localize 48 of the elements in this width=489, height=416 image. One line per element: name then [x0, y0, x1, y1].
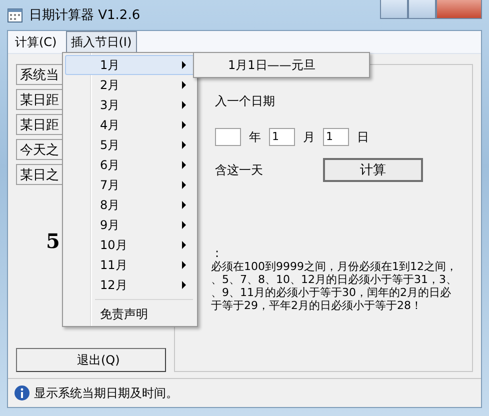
- menu-item[interactable]: 1月1日——元旦: [196, 55, 367, 75]
- submenu-arrow-icon: [182, 221, 186, 229]
- status-text: 显示系统当期日期及时间。: [34, 384, 178, 402]
- submenu-arrow-icon: [182, 161, 186, 169]
- submenu-arrow-icon: [182, 281, 186, 289]
- date-unit-label: 月: [303, 128, 315, 146]
- include-day-label: 含这一天: [215, 162, 263, 178]
- calculate-button[interactable]: 计算: [323, 158, 423, 182]
- menu-item[interactable]: 8月: [65, 195, 195, 215]
- submenu-arrow-icon: [182, 101, 186, 109]
- submenu-arrow-icon: [182, 241, 186, 249]
- submenu-arrow-icon: [182, 81, 186, 89]
- result-label: 5: [46, 229, 60, 253]
- date-unit-label: 日: [357, 128, 369, 146]
- menu-item[interactable]: 2月: [65, 75, 195, 95]
- menu-item[interactable]: 12月: [65, 275, 195, 295]
- menu-item[interactable]: 10月: [65, 235, 195, 255]
- submenu-arrow-icon: [182, 121, 186, 129]
- date-field[interactable]: 1: [269, 128, 295, 146]
- submenu-arrow-icon: [182, 181, 186, 189]
- info-icon: [14, 385, 30, 401]
- calendar-icon: [7, 7, 23, 23]
- prompt-label: 入一个日期: [215, 93, 276, 110]
- date-unit-label: 年: [249, 128, 261, 146]
- menu-item[interactable]: 免责声明: [65, 304, 195, 324]
- menu-title[interactable]: 计算(C): [10, 30, 62, 54]
- menu-item[interactable]: 7月: [65, 175, 195, 195]
- submenu-arrow-icon: [182, 141, 186, 149]
- menu-item[interactable]: 1月: [65, 55, 195, 75]
- exit-button[interactable]: 退出(Q): [16, 348, 166, 372]
- menu-item[interactable]: 3月: [65, 95, 195, 115]
- menu-item[interactable]: 9月: [65, 215, 195, 235]
- date-field[interactable]: [215, 128, 241, 146]
- close-button[interactable]: [436, 0, 482, 19]
- submenu-arrow-icon: [182, 261, 186, 269]
- minimize-button[interactable]: [380, 0, 408, 19]
- maximize-button[interactable]: [408, 0, 436, 19]
- menu-title[interactable]: 插入节日(I): [66, 30, 137, 54]
- submenu-arrow-icon: [182, 61, 186, 69]
- menu-item[interactable]: 4月: [65, 115, 195, 135]
- note-text: 必须在100到9999之间，月份必须在1到12之间， 、5、7、8、10、12月的日必须小于等于31，3、 、9、11月的必须小于等于30，闰年的2月的日必 于等于29，平年2月的日必须小于等于28！: [211, 260, 458, 312]
- menu-item[interactable]: 6月: [65, 155, 195, 175]
- menu-item[interactable]: 5月: [65, 135, 195, 155]
- window-title: 日期计算器 V1.2.6: [29, 7, 140, 24]
- date-field[interactable]: 1: [323, 128, 349, 146]
- submenu-arrow-icon: [182, 201, 186, 209]
- note-heading: :: [215, 246, 220, 260]
- menu-item[interactable]: 11月: [65, 255, 195, 275]
